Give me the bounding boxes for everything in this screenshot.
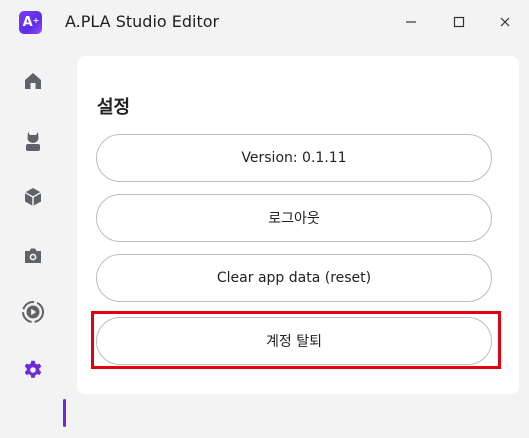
logout-button[interactable]: 로그아웃 <box>96 194 492 242</box>
close-button[interactable] <box>490 8 520 36</box>
close-icon <box>500 17 510 27</box>
sidebar-item-camera[interactable] <box>18 241 48 271</box>
minimize-icon <box>406 21 416 23</box>
cube-icon <box>24 188 42 206</box>
app-title: A.PLA Studio Editor <box>65 12 220 31</box>
gear-icon <box>24 360 42 378</box>
sidebar-item-models[interactable] <box>18 182 48 212</box>
sidebar-item-play[interactable] <box>18 297 48 327</box>
highlight-box <box>91 311 501 369</box>
maximize-button[interactable] <box>444 8 474 36</box>
play-icon <box>22 301 44 323</box>
maximize-icon <box>453 16 465 28</box>
active-indicator <box>63 399 66 427</box>
sidebar-item-home[interactable] <box>18 66 48 96</box>
sidebar-item-avatar[interactable] <box>18 126 48 156</box>
page-title: 설정 <box>97 97 131 118</box>
home-icon <box>25 73 41 89</box>
title-bar: A + A.PLA Studio Editor <box>0 0 529 44</box>
version-button[interactable]: Version: 0.1.11 <box>96 134 492 182</box>
avatar-icon <box>26 132 40 151</box>
minimize-button[interactable] <box>396 8 426 36</box>
camera-icon <box>25 248 41 263</box>
clear-app-data-button[interactable]: Clear app data (reset) <box>96 254 492 302</box>
app-logo: A + <box>19 11 42 34</box>
sidebar <box>0 44 66 438</box>
sidebar-item-settings[interactable] <box>18 355 48 385</box>
